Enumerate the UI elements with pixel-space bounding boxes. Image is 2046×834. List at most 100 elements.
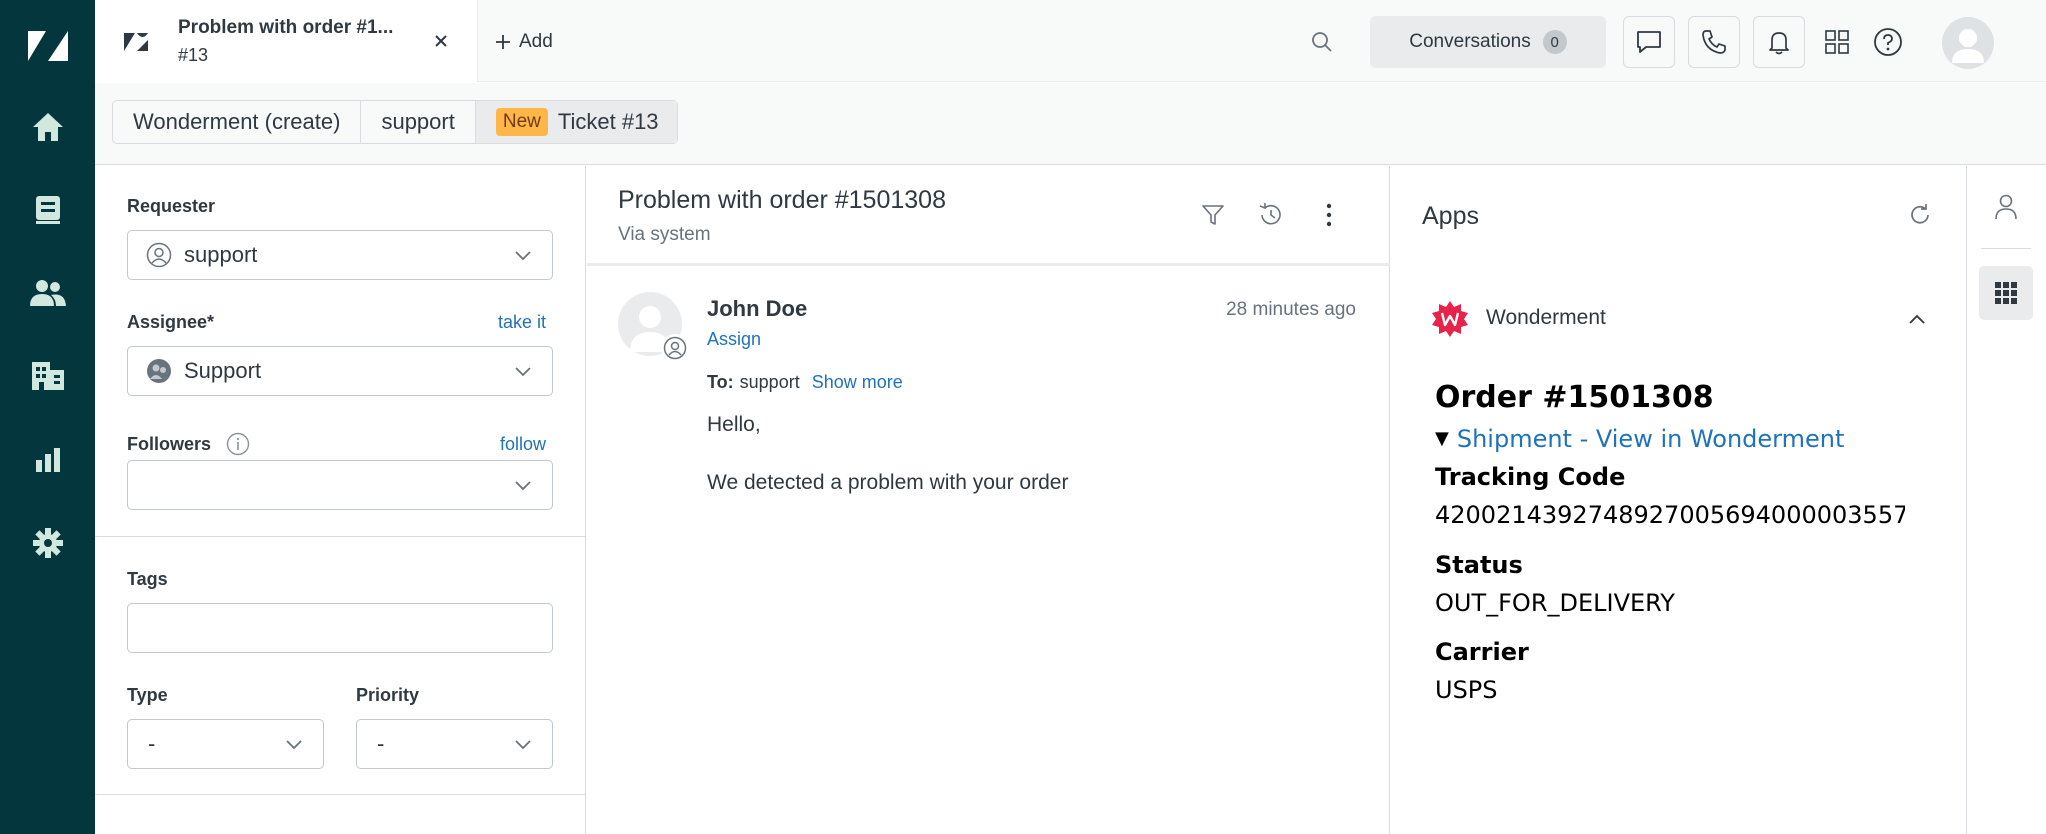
ticket-tab-title: Problem with order #1...: [178, 17, 394, 38]
ticket-subject: Problem with order #1501308: [618, 186, 946, 214]
message-line: We detected a problem with your order: [707, 471, 1069, 494]
ticket-label: Ticket #13: [557, 109, 659, 134]
chevron-down-icon: [515, 367, 531, 377]
tracking-code-label: Tracking Code: [1435, 463, 1626, 491]
assignee-label: Assignee*: [127, 312, 215, 332]
context-rail: [1966, 166, 2046, 834]
section-divider: [95, 536, 586, 537]
followers-label: Followers: [127, 434, 212, 454]
priority-value: -: [377, 731, 385, 756]
tags-input[interactable]: [127, 603, 553, 653]
apps-title: Apps: [1422, 202, 1479, 230]
group-avatar-icon: [147, 359, 171, 383]
main-nav: [0, 0, 95, 834]
filter-icon[interactable]: [1195, 197, 1231, 233]
breadcrumb-ticket[interactable]: New Ticket #13: [475, 101, 677, 143]
breadcrumb: Wonderment (create) support New Ticket #…: [112, 100, 678, 144]
chevron-down-icon: [515, 251, 531, 261]
priority-label: Priority: [356, 685, 420, 705]
zendesk-logo[interactable]: [0, 16, 95, 76]
conversation-panel: Problem with order #1501308 Via system J…: [587, 166, 1390, 834]
top-bar: Problem with order #1... #13 Add Convers…: [95, 0, 2046, 82]
message-timestamp: 28 minutes ago: [1226, 299, 1356, 320]
more-options-icon[interactable]: [1311, 197, 1347, 233]
conversations-button[interactable]: Conversations 0: [1370, 16, 1606, 68]
priority-select[interactable]: -: [356, 719, 553, 769]
breadcrumb-requester[interactable]: support: [361, 101, 476, 143]
carrier-value: USPS: [1435, 676, 1498, 704]
history-icon[interactable]: [1253, 197, 1289, 233]
type-label: Type: [127, 685, 168, 705]
type-select[interactable]: -: [127, 719, 324, 769]
organizations-icon[interactable]: [0, 346, 95, 406]
phone-icon[interactable]: [1688, 16, 1740, 68]
search-icon[interactable]: [1308, 28, 1336, 56]
to-value: support: [739, 372, 800, 392]
apps-panel: Apps Wonderment Order #1501308 ▼ Shipmen…: [1391, 166, 1965, 834]
chevron-down-icon: [286, 740, 302, 750]
help-icon[interactable]: [1872, 26, 1904, 58]
follow-link[interactable]: follow: [500, 434, 546, 455]
requester-value: support: [184, 242, 258, 267]
carrier-label: Carrier: [1435, 638, 1529, 666]
type-value: -: [148, 731, 156, 756]
status-badge: New: [495, 108, 548, 136]
shipment-link-text: Shipment - View in Wonderment: [1456, 425, 1845, 453]
chevron-up-icon[interactable]: [1903, 306, 1931, 334]
home-icon[interactable]: [0, 97, 95, 157]
assign-link[interactable]: Assign: [707, 329, 761, 350]
apps-grid-icon[interactable]: [1979, 266, 2033, 320]
message-author[interactable]: John Doe: [707, 296, 807, 322]
info-icon[interactable]: [226, 432, 250, 456]
ticket-tab-icon: [123, 32, 149, 52]
chevron-down-icon: [515, 740, 531, 750]
to-label: To:: [707, 372, 734, 392]
tags-label: Tags: [127, 569, 168, 589]
plus-icon: [496, 35, 510, 49]
close-tab-icon[interactable]: [429, 29, 453, 53]
requester-select[interactable]: support: [127, 230, 553, 280]
chevron-down-icon: [515, 481, 531, 491]
breadcrumb-organization[interactable]: Wonderment (create): [113, 101, 362, 143]
notifications-icon[interactable]: [1753, 16, 1805, 68]
ticket-tab[interactable]: Problem with order #1... #13: [95, 0, 478, 82]
assignee-value: Support: [184, 358, 262, 383]
user-badge-icon: [661, 334, 689, 362]
disclosure-triangle-icon: ▼: [1435, 428, 1449, 449]
wonderment-logo: [1431, 300, 1469, 338]
conversations-count: 0: [1542, 30, 1567, 54]
customers-icon[interactable]: [0, 263, 95, 323]
admin-icon[interactable]: [0, 513, 95, 573]
followers-select[interactable]: [127, 460, 553, 510]
assignee-select[interactable]: Support: [127, 346, 553, 396]
conversations-label: Conversations: [1409, 31, 1531, 52]
status-label: Status: [1435, 551, 1523, 579]
app-name: Wonderment: [1486, 306, 1606, 329]
ticket-properties-panel: Requester support Assignee* take it Supp…: [95, 166, 586, 834]
show-more-link[interactable]: Show more: [812, 372, 903, 393]
ticket-tab-number: #13: [178, 45, 209, 65]
ticket-channel: Via system: [618, 224, 711, 245]
rail-divider: [1981, 248, 2031, 249]
message-recipients: To: support Show more: [707, 372, 903, 393]
status-value: OUT_FOR_DELIVERY: [1435, 589, 1675, 617]
reporting-icon[interactable]: [0, 430, 95, 490]
customer-context-icon[interactable]: [1979, 180, 2033, 234]
product-tray-icon[interactable]: [1821, 26, 1853, 58]
take-it-link[interactable]: take it: [498, 312, 546, 333]
requester-label: Requester: [127, 196, 216, 216]
add-tab-button[interactable]: Add: [495, 28, 553, 56]
add-tab-label: Add: [519, 31, 553, 52]
shipment-link[interactable]: ▼ Shipment - View in Wonderment: [1435, 425, 1844, 453]
message-line: Hello,: [707, 413, 761, 436]
refresh-icon[interactable]: [1905, 200, 1935, 230]
order-title: Order #1501308: [1435, 380, 1714, 415]
user-circle-icon: [146, 242, 172, 268]
conversation-header: Problem with order #1501308 Via system: [587, 166, 1390, 266]
section-divider: [95, 794, 586, 795]
views-icon[interactable]: [0, 180, 95, 240]
user-avatar[interactable]: [1942, 17, 1994, 69]
breadcrumb-bar: Wonderment (create) support New Ticket #…: [95, 83, 2046, 165]
chat-icon[interactable]: [1623, 16, 1675, 68]
tracking-code-value: 420021439274892700569400000355799: [1435, 501, 1905, 529]
